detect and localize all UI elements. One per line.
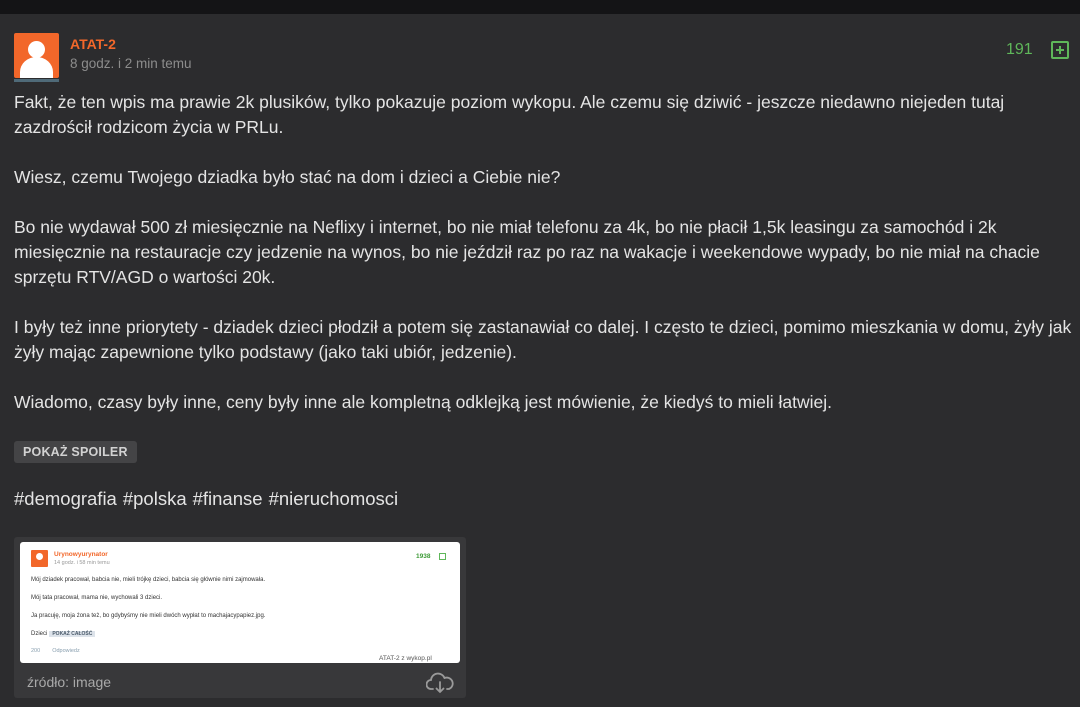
tag-link[interactable]: #polska [123, 488, 187, 509]
embed-source-author: ATAT-2 z [379, 655, 405, 662]
avatar[interactable] [14, 33, 59, 78]
embed-card: Urynowyurynator 14 godz. i 58 min temu 1… [14, 537, 466, 698]
post-body: Fakt, że ten wpis ma prawie 2k plusików,… [14, 90, 1074, 440]
source-label: źródło: image [27, 674, 112, 690]
show-spoiler-button[interactable]: POKAŻ SPOILER [14, 441, 137, 463]
embed-avatar [31, 550, 48, 567]
embed-author: Urynowyurynator [54, 551, 108, 558]
embedded-screenshot[interactable]: Urynowyurynator 14 godz. i 58 min temu 1… [20, 542, 460, 663]
paragraph: I były też inne priorytety - dziadek dzi… [14, 317, 1072, 362]
embed-footer: 200 Odpowiedz [31, 648, 92, 654]
embed-reply: Odpowiedz [52, 648, 80, 654]
embed-comment-count: 200 [31, 648, 41, 654]
embed-line: Mój dziadek pracował, babcia nie, mieli … [31, 577, 266, 583]
paragraph: Fakt, że ten wpis ma prawie 2k plusików,… [14, 92, 1005, 137]
embed-line: Dzieci POKAŻ CAŁOŚĆ [31, 631, 96, 637]
cloud-download-icon[interactable] [426, 672, 454, 694]
paragraph: Wiadomo, czasy były inne, ceny były inne… [14, 392, 833, 412]
gender-bar [14, 79, 59, 82]
top-bar [0, 0, 1080, 14]
post-time[interactable]: 8 godz. i 2 min temu [70, 56, 192, 71]
entry-post: ATAT-2 8 godz. i 2 min temu 191 Fakt, że… [0, 14, 1080, 707]
tag-list: #demografia #polska #finanse #nieruchomosci [14, 488, 404, 510]
embed-source: ATAT-2 z wykop.pl [379, 655, 432, 662]
embed-source-site: wykop.pl [406, 655, 432, 662]
paragraph: Bo nie wydawał 500 zł miesięcznie na Nef… [14, 217, 1040, 287]
paragraph: Wiesz, czemu Twojego dziadka było stać n… [14, 167, 561, 187]
embed-spoiler: POKAŻ CAŁOŚĆ [49, 631, 96, 637]
embed-line-text: Dzieci [31, 631, 48, 637]
embed-line: Ja pracuję, moja żona też, bo gdybyśmy n… [31, 613, 266, 619]
embed-line: Mój tata pracował, mama nie, wychowali 3… [31, 595, 163, 601]
author-name[interactable]: ATAT-2 [70, 36, 116, 52]
tag-link[interactable]: #finanse [193, 488, 263, 509]
tag-link[interactable]: #nieruchomosci [269, 488, 399, 509]
vote-count: 191 [1006, 41, 1033, 58]
avatar-body [20, 57, 53, 78]
plus-icon[interactable] [1051, 41, 1069, 59]
avatar-head [28, 41, 45, 58]
embed-plus-icon [439, 553, 446, 560]
embed-time: 14 godz. i 58 min temu [54, 560, 110, 566]
embed-vote-count: 1938 [416, 553, 431, 560]
tag-link[interactable]: #demografia [14, 488, 117, 509]
